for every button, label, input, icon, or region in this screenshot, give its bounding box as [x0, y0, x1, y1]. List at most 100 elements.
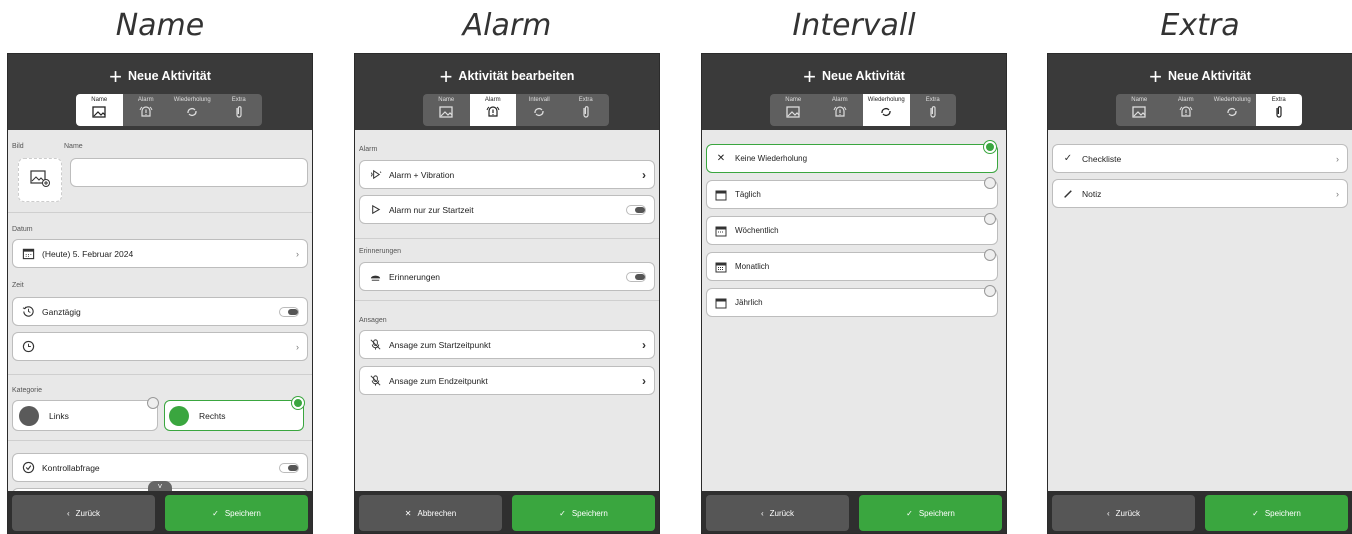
- add-image-button[interactable]: [18, 158, 62, 202]
- radio-jaehrlich[interactable]: [984, 285, 996, 297]
- radio-monatlich[interactable]: [984, 249, 996, 261]
- vibration-icon: [368, 168, 382, 182]
- radio-rechts[interactable]: [292, 397, 304, 409]
- radio-taeglich[interactable]: [984, 177, 996, 189]
- alarm-startzeit-row[interactable]: Alarm nur zur Startzeit: [359, 195, 655, 224]
- option-taeglich[interactable]: Täglich: [706, 180, 998, 209]
- tab-label: Extra: [231, 97, 246, 103]
- repeat-icon: [1224, 104, 1240, 120]
- header: + Neue Aktivität Name Alarm Wiederholung …: [702, 54, 1006, 130]
- back-label: Zurück: [769, 508, 795, 518]
- tab-extra[interactable]: Extra: [909, 94, 956, 126]
- plus-icon: +: [109, 64, 122, 89]
- save-button[interactable]: ✓ Speichern: [165, 495, 308, 531]
- tab-alarm[interactable]: Alarm: [1162, 94, 1209, 126]
- check-circle-icon: [21, 461, 35, 475]
- content: Alarm Alarm + Vibration › Alarm nur zur …: [355, 130, 659, 491]
- back-button[interactable]: ‹ Zurück: [1052, 495, 1195, 531]
- back-button[interactable]: ‹ Zurück: [706, 495, 849, 531]
- alarm-startzeit-toggle[interactable]: [626, 204, 646, 215]
- alarm-vibration-row[interactable]: Alarm + Vibration ›: [359, 160, 655, 189]
- radio-links[interactable]: [147, 397, 159, 409]
- divider: [355, 300, 659, 301]
- chevron-right-icon: ›: [296, 341, 299, 352]
- tab-label: Wiederholung: [867, 97, 905, 103]
- rechts-label: Rechts: [199, 410, 226, 421]
- tab-name[interactable]: Name: [770, 94, 817, 126]
- ansage-end-row[interactable]: Ansage zum Endzeitpunkt ›: [359, 366, 655, 395]
- screen-title-name: Name: [115, 8, 205, 43]
- bell-ring-icon: [368, 270, 382, 284]
- notiz-row[interactable]: Notiz ›: [1052, 179, 1348, 208]
- ganztaegig-row[interactable]: Ganztägig: [12, 297, 308, 326]
- save-label: Speichern: [918, 508, 955, 518]
- kontrollabfrage-row[interactable]: Kontrollabfrage: [12, 453, 308, 482]
- footer: ‹ Zurück ✓ Speichern: [1048, 491, 1352, 533]
- tab-alarm[interactable]: Alarm: [816, 94, 863, 126]
- tab-alarm[interactable]: Alarm: [469, 94, 516, 126]
- save-button[interactable]: ✓ Speichern: [859, 495, 1002, 531]
- kategorie-links[interactable]: Links: [12, 400, 158, 431]
- erinnerungen-toggle[interactable]: [626, 271, 646, 282]
- divider: [355, 238, 659, 239]
- name-label: Name: [64, 143, 83, 150]
- alarm-startzeit-label: Alarm nur zur Startzeit: [389, 204, 474, 215]
- option-jaehrlich[interactable]: Jährlich: [706, 288, 998, 317]
- paperclip-icon: [231, 104, 247, 120]
- save-button[interactable]: ✓ Speichern: [512, 495, 655, 531]
- header: + Aktivität bearbeiten Name Alarm Interva…: [355, 54, 659, 130]
- microphone-off-icon: [368, 374, 382, 388]
- cancel-button[interactable]: ✕ Abbrechen: [359, 495, 502, 531]
- calendar-icon: [21, 247, 35, 261]
- erinnerungen-label: Erinnerungen: [389, 271, 441, 282]
- tab-label: Extra: [925, 97, 940, 103]
- alarm-section-label: Alarm: [359, 146, 378, 153]
- tab-name[interactable]: Name: [1116, 94, 1163, 126]
- repeat-icon: [184, 104, 200, 120]
- save-button[interactable]: ✓ Speichern: [1205, 495, 1348, 531]
- name-input[interactable]: [70, 158, 308, 187]
- plus-icon: +: [1149, 64, 1162, 89]
- ganztaegig-label: Ganztägig: [42, 306, 81, 317]
- image-icon: [1131, 104, 1147, 120]
- checkliste-row[interactable]: ✓ Checkliste ›: [1052, 144, 1348, 173]
- tab-intervall[interactable]: Intervall: [516, 94, 563, 126]
- tab-name[interactable]: Name: [76, 94, 123, 126]
- back-button[interactable]: ‹ Zurück: [12, 495, 155, 531]
- tab-wiederholung[interactable]: Wiederholung: [863, 94, 910, 126]
- tab-label: Extra: [1271, 97, 1286, 103]
- repeat-icon: [878, 104, 894, 120]
- tab-extra[interactable]: Extra: [1255, 94, 1302, 126]
- bell-alert-icon: [832, 104, 848, 120]
- tab-label: Wiederholung: [173, 97, 211, 103]
- datum-section-label: Datum: [12, 226, 33, 233]
- links-label: Links: [49, 410, 69, 421]
- ganztaegig-toggle[interactable]: [279, 306, 299, 317]
- header-title-text: Aktivität bearbeiten: [458, 69, 575, 83]
- radio-keine-wiederholung[interactable]: [984, 141, 996, 153]
- ansage-start-row[interactable]: Ansage zum Startzeitpunkt ›: [359, 330, 655, 359]
- kategorie-rechts[interactable]: Rechts: [164, 400, 304, 431]
- option-woechentlich[interactable]: Wöchentlich: [706, 216, 998, 245]
- tab-extra[interactable]: Extra: [562, 94, 609, 126]
- erinnerungen-row[interactable]: Erinnerungen: [359, 262, 655, 291]
- radio-woechentlich[interactable]: [984, 213, 996, 225]
- tab-alarm[interactable]: Alarm: [122, 94, 169, 126]
- cancel-label: Abbrechen: [417, 508, 457, 518]
- bell-alert-icon: [138, 104, 154, 120]
- option-keine-wiederholung[interactable]: ✕ Keine Wiederholung: [706, 144, 998, 173]
- header-title: + Aktivität bearbeiten: [355, 64, 659, 90]
- tab-wiederholung[interactable]: Wiederholung: [1209, 94, 1256, 126]
- time-field[interactable]: ›: [12, 332, 308, 361]
- option-monatlich[interactable]: Monatlich: [706, 252, 998, 281]
- tab-label: Name: [785, 97, 802, 103]
- datum-field[interactable]: (Heute) 5. Februar 2024 ›: [12, 239, 308, 268]
- tab-label: Intervall: [528, 97, 550, 103]
- close-icon: ✕: [716, 153, 726, 164]
- tab-wiederholung[interactable]: Wiederholung: [169, 94, 216, 126]
- tab-name[interactable]: Name: [423, 94, 470, 126]
- calendar-week-icon: [715, 225, 727, 237]
- kontrollabfrage-toggle[interactable]: [279, 462, 299, 473]
- tab-extra[interactable]: Extra: [215, 94, 262, 126]
- phone-screen-name: + Neue Aktivität Name Alarm Wiederholung …: [7, 53, 313, 534]
